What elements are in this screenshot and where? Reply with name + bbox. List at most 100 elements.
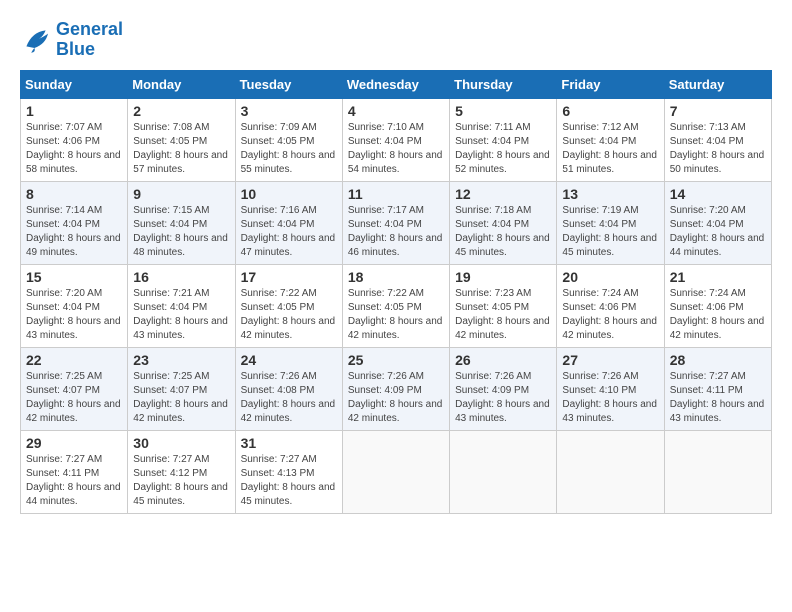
day-info: Sunrise: 7:21 AM Sunset: 4:04 PM Dayligh… xyxy=(133,287,229,343)
day-number: 17 xyxy=(241,269,337,285)
table-cell: 14 Sunrise: 7:20 AM Sunset: 4:04 PM Dayl… xyxy=(664,181,771,264)
day-info: Sunrise: 7:17 AM Sunset: 4:04 PM Dayligh… xyxy=(348,204,444,260)
day-info: Sunrise: 7:27 AM Sunset: 4:12 PM Dayligh… xyxy=(133,453,229,509)
day-info: Sunrise: 7:15 AM Sunset: 4:04 PM Dayligh… xyxy=(133,204,229,260)
day-info: Sunrise: 7:08 AM Sunset: 4:05 PM Dayligh… xyxy=(133,121,229,177)
day-number: 18 xyxy=(348,269,444,285)
day-number: 26 xyxy=(455,352,551,368)
day-info: Sunrise: 7:24 AM Sunset: 4:06 PM Dayligh… xyxy=(670,287,766,343)
table-cell: 7 Sunrise: 7:13 AM Sunset: 4:04 PM Dayli… xyxy=(664,98,771,181)
calendar-row: 29 Sunrise: 7:27 AM Sunset: 4:11 PM Dayl… xyxy=(21,430,772,513)
table-cell: 20 Sunrise: 7:24 AM Sunset: 4:06 PM Dayl… xyxy=(557,264,664,347)
day-info: Sunrise: 7:18 AM Sunset: 4:04 PM Dayligh… xyxy=(455,204,551,260)
day-info: Sunrise: 7:27 AM Sunset: 4:13 PM Dayligh… xyxy=(241,453,337,509)
day-info: Sunrise: 7:27 AM Sunset: 4:11 PM Dayligh… xyxy=(26,453,122,509)
col-friday: Friday xyxy=(557,70,664,98)
table-cell: 2 Sunrise: 7:08 AM Sunset: 4:05 PM Dayli… xyxy=(128,98,235,181)
col-thursday: Thursday xyxy=(450,70,557,98)
day-info: Sunrise: 7:26 AM Sunset: 4:09 PM Dayligh… xyxy=(455,370,551,426)
day-info: Sunrise: 7:26 AM Sunset: 4:08 PM Dayligh… xyxy=(241,370,337,426)
table-cell: 17 Sunrise: 7:22 AM Sunset: 4:05 PM Dayl… xyxy=(235,264,342,347)
day-info: Sunrise: 7:20 AM Sunset: 4:04 PM Dayligh… xyxy=(670,204,766,260)
table-cell: 15 Sunrise: 7:20 AM Sunset: 4:04 PM Dayl… xyxy=(21,264,128,347)
day-number: 5 xyxy=(455,103,551,119)
day-number: 7 xyxy=(670,103,766,119)
day-number: 19 xyxy=(455,269,551,285)
day-info: Sunrise: 7:25 AM Sunset: 4:07 PM Dayligh… xyxy=(26,370,122,426)
day-number: 25 xyxy=(348,352,444,368)
table-cell: 3 Sunrise: 7:09 AM Sunset: 4:05 PM Dayli… xyxy=(235,98,342,181)
logo-icon xyxy=(20,24,52,56)
table-cell: 24 Sunrise: 7:26 AM Sunset: 4:08 PM Dayl… xyxy=(235,347,342,430)
day-info: Sunrise: 7:09 AM Sunset: 4:05 PM Dayligh… xyxy=(241,121,337,177)
table-cell: 6 Sunrise: 7:12 AM Sunset: 4:04 PM Dayli… xyxy=(557,98,664,181)
day-info: Sunrise: 7:11 AM Sunset: 4:04 PM Dayligh… xyxy=(455,121,551,177)
day-info: Sunrise: 7:07 AM Sunset: 4:06 PM Dayligh… xyxy=(26,121,122,177)
day-number: 3 xyxy=(241,103,337,119)
day-info: Sunrise: 7:26 AM Sunset: 4:10 PM Dayligh… xyxy=(562,370,658,426)
day-number: 8 xyxy=(26,186,122,202)
day-info: Sunrise: 7:27 AM Sunset: 4:11 PM Dayligh… xyxy=(670,370,766,426)
table-cell: 22 Sunrise: 7:25 AM Sunset: 4:07 PM Dayl… xyxy=(21,347,128,430)
day-number: 28 xyxy=(670,352,766,368)
table-cell xyxy=(557,430,664,513)
table-cell: 25 Sunrise: 7:26 AM Sunset: 4:09 PM Dayl… xyxy=(342,347,449,430)
table-cell: 27 Sunrise: 7:26 AM Sunset: 4:10 PM Dayl… xyxy=(557,347,664,430)
day-number: 30 xyxy=(133,435,229,451)
table-cell: 10 Sunrise: 7:16 AM Sunset: 4:04 PM Dayl… xyxy=(235,181,342,264)
day-number: 21 xyxy=(670,269,766,285)
header: General Blue xyxy=(20,20,772,60)
day-info: Sunrise: 7:12 AM Sunset: 4:04 PM Dayligh… xyxy=(562,121,658,177)
day-info: Sunrise: 7:20 AM Sunset: 4:04 PM Dayligh… xyxy=(26,287,122,343)
day-info: Sunrise: 7:10 AM Sunset: 4:04 PM Dayligh… xyxy=(348,121,444,177)
calendar-row: 15 Sunrise: 7:20 AM Sunset: 4:04 PM Dayl… xyxy=(21,264,772,347)
day-info: Sunrise: 7:22 AM Sunset: 4:05 PM Dayligh… xyxy=(348,287,444,343)
day-number: 12 xyxy=(455,186,551,202)
calendar-row: 1 Sunrise: 7:07 AM Sunset: 4:06 PM Dayli… xyxy=(21,98,772,181)
table-cell: 30 Sunrise: 7:27 AM Sunset: 4:12 PM Dayl… xyxy=(128,430,235,513)
col-monday: Monday xyxy=(128,70,235,98)
table-cell: 1 Sunrise: 7:07 AM Sunset: 4:06 PM Dayli… xyxy=(21,98,128,181)
day-number: 4 xyxy=(348,103,444,119)
col-wednesday: Wednesday xyxy=(342,70,449,98)
day-info: Sunrise: 7:24 AM Sunset: 4:06 PM Dayligh… xyxy=(562,287,658,343)
day-number: 1 xyxy=(26,103,122,119)
table-cell: 19 Sunrise: 7:23 AM Sunset: 4:05 PM Dayl… xyxy=(450,264,557,347)
day-number: 6 xyxy=(562,103,658,119)
day-number: 23 xyxy=(133,352,229,368)
day-number: 20 xyxy=(562,269,658,285)
table-cell: 12 Sunrise: 7:18 AM Sunset: 4:04 PM Dayl… xyxy=(450,181,557,264)
day-info: Sunrise: 7:14 AM Sunset: 4:04 PM Dayligh… xyxy=(26,204,122,260)
day-number: 15 xyxy=(26,269,122,285)
calendar-table: Sunday Monday Tuesday Wednesday Thursday… xyxy=(20,70,772,514)
day-info: Sunrise: 7:26 AM Sunset: 4:09 PM Dayligh… xyxy=(348,370,444,426)
table-cell: 13 Sunrise: 7:19 AM Sunset: 4:04 PM Dayl… xyxy=(557,181,664,264)
day-number: 9 xyxy=(133,186,229,202)
table-cell: 11 Sunrise: 7:17 AM Sunset: 4:04 PM Dayl… xyxy=(342,181,449,264)
day-info: Sunrise: 7:13 AM Sunset: 4:04 PM Dayligh… xyxy=(670,121,766,177)
day-info: Sunrise: 7:23 AM Sunset: 4:05 PM Dayligh… xyxy=(455,287,551,343)
table-cell: 8 Sunrise: 7:14 AM Sunset: 4:04 PM Dayli… xyxy=(21,181,128,264)
table-cell xyxy=(664,430,771,513)
table-cell xyxy=(342,430,449,513)
table-cell: 29 Sunrise: 7:27 AM Sunset: 4:11 PM Dayl… xyxy=(21,430,128,513)
table-cell: 18 Sunrise: 7:22 AM Sunset: 4:05 PM Dayl… xyxy=(342,264,449,347)
table-cell: 21 Sunrise: 7:24 AM Sunset: 4:06 PM Dayl… xyxy=(664,264,771,347)
table-cell: 28 Sunrise: 7:27 AM Sunset: 4:11 PM Dayl… xyxy=(664,347,771,430)
col-saturday: Saturday xyxy=(664,70,771,98)
table-cell: 5 Sunrise: 7:11 AM Sunset: 4:04 PM Dayli… xyxy=(450,98,557,181)
day-number: 13 xyxy=(562,186,658,202)
day-number: 2 xyxy=(133,103,229,119)
table-cell: 16 Sunrise: 7:21 AM Sunset: 4:04 PM Dayl… xyxy=(128,264,235,347)
day-number: 29 xyxy=(26,435,122,451)
table-cell: 23 Sunrise: 7:25 AM Sunset: 4:07 PM Dayl… xyxy=(128,347,235,430)
day-number: 27 xyxy=(562,352,658,368)
day-number: 22 xyxy=(26,352,122,368)
table-cell xyxy=(450,430,557,513)
day-number: 24 xyxy=(241,352,337,368)
calendar-row: 8 Sunrise: 7:14 AM Sunset: 4:04 PM Dayli… xyxy=(21,181,772,264)
day-number: 16 xyxy=(133,269,229,285)
day-info: Sunrise: 7:19 AM Sunset: 4:04 PM Dayligh… xyxy=(562,204,658,260)
col-tuesday: Tuesday xyxy=(235,70,342,98)
table-cell: 31 Sunrise: 7:27 AM Sunset: 4:13 PM Dayl… xyxy=(235,430,342,513)
